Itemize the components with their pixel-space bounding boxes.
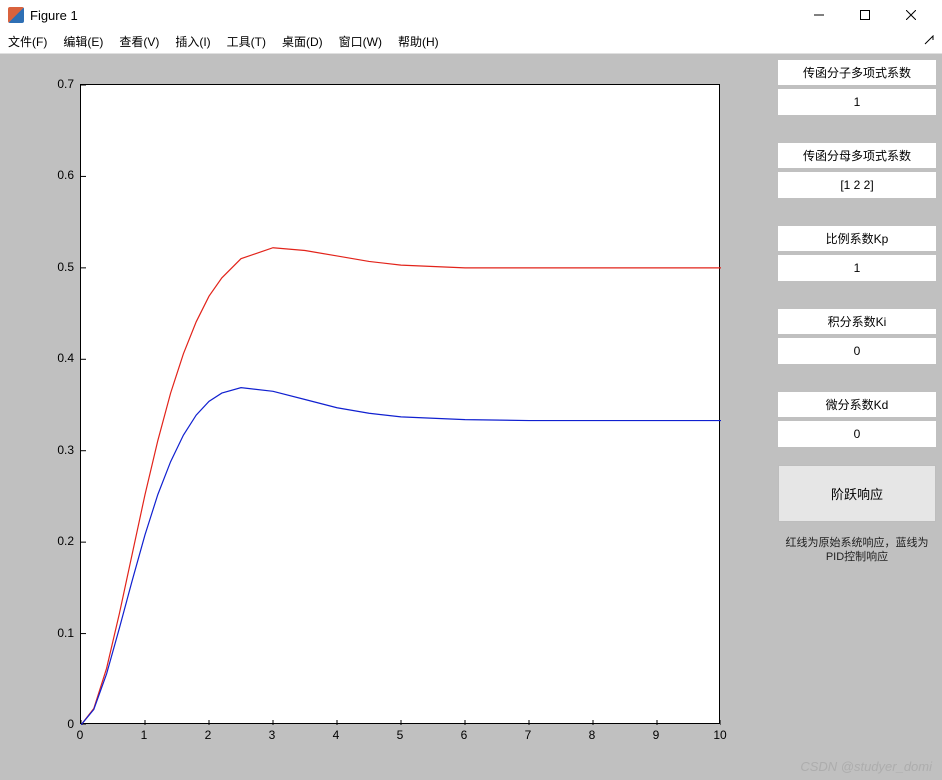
maximize-button[interactable] <box>842 0 888 30</box>
axes <box>80 84 720 724</box>
menu-view[interactable]: 查看(V) <box>119 33 159 50</box>
ki-label: 积分系数Ki <box>778 309 936 334</box>
y-tick-label: 0.7 <box>50 77 74 91</box>
x-tick-label: 6 <box>461 728 468 742</box>
menu-edit[interactable]: 编辑(E) <box>63 33 103 50</box>
series-line <box>81 388 721 725</box>
y-tick-label: 0.6 <box>50 168 74 182</box>
control-panel: 传函分子多项式系数 1 传函分母多项式系数 [1 2 2] 比例系数Kp 1 积… <box>772 54 942 780</box>
menu-file[interactable]: 文件(F) <box>8 33 47 50</box>
kd-label: 微分系数Kd <box>778 392 936 417</box>
x-tick-label: 1 <box>141 728 148 742</box>
x-tick-label: 5 <box>397 728 404 742</box>
matlab-icon <box>8 7 24 23</box>
y-tick-label: 0.5 <box>50 260 74 274</box>
y-tick-label: 0.2 <box>50 534 74 548</box>
menu-insert[interactable]: 插入(I) <box>175 33 210 50</box>
menu-window[interactable]: 窗口(W) <box>339 33 382 50</box>
menu-bar: 文件(F) 编辑(E) 查看(V) 插入(I) 工具(T) 桌面(D) 窗口(W… <box>0 30 942 54</box>
x-tick-label: 10 <box>713 728 726 742</box>
x-tick-label: 8 <box>589 728 596 742</box>
legend-note: 红线为原始系统响应，蓝线为PID控制响应 <box>778 532 936 565</box>
denominator-field[interactable]: [1 2 2] <box>778 172 936 198</box>
kp-field[interactable]: 1 <box>778 255 936 281</box>
title-bar: Figure 1 <box>0 0 942 30</box>
toolbar-overflow-icon[interactable] <box>924 34 934 48</box>
menu-desktop[interactable]: 桌面(D) <box>282 33 323 50</box>
x-tick-label: 2 <box>205 728 212 742</box>
menu-help[interactable]: 帮助(H) <box>398 33 439 50</box>
window-title: Figure 1 <box>30 8 78 23</box>
menu-tools[interactable]: 工具(T) <box>227 33 266 50</box>
x-tick-label: 7 <box>525 728 532 742</box>
series-line <box>81 248 721 725</box>
ki-field[interactable]: 0 <box>778 338 936 364</box>
x-tick-label: 0 <box>77 728 84 742</box>
close-button[interactable] <box>888 0 934 30</box>
kp-label: 比例系数Kp <box>778 226 936 251</box>
x-tick-label: 3 <box>269 728 276 742</box>
denominator-label: 传函分母多项式系数 <box>778 143 936 168</box>
y-tick-label: 0.1 <box>50 626 74 640</box>
y-tick-label: 0.4 <box>50 351 74 365</box>
x-tick-label: 4 <box>333 728 340 742</box>
plot-panel: 0 1 2 3 4 5 6 7 8 9 10 0 0.1 0.2 0.3 0.4 0.5 0.6 0.7 <box>0 54 772 780</box>
numerator-field[interactable]: 1 <box>778 89 936 115</box>
x-tick-label: 9 <box>653 728 660 742</box>
step-response-button[interactable]: 阶跃响应 <box>778 465 936 522</box>
minimize-button[interactable] <box>796 0 842 30</box>
numerator-label: 传函分子多项式系数 <box>778 60 936 85</box>
y-tick-label: 0.3 <box>50 443 74 457</box>
kd-field[interactable]: 0 <box>778 421 936 447</box>
y-tick-label: 0 <box>50 717 74 731</box>
